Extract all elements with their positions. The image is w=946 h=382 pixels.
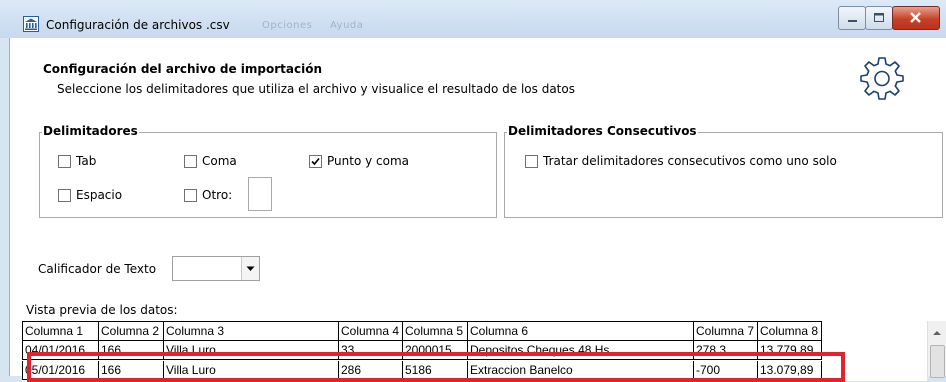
- table-cell[interactable]: 278,3: [694, 341, 758, 360]
- column-header[interactable]: Columna 4: [339, 321, 403, 341]
- coma-checkbox-label: Coma: [202, 154, 237, 168]
- page-subtitle: Seleccione los delimitadores que utiliza…: [57, 82, 575, 96]
- background-menu: Opciones Ayuda: [262, 20, 377, 31]
- checkbox-box[interactable]: [309, 154, 322, 168]
- consecutive-group-label: Delimitadores Consecutivos: [507, 124, 698, 138]
- title-bar: Configuración de archivos .csv Opciones …: [0, 0, 946, 38]
- punto-y-coma-checkbox[interactable]: Punto y coma: [309, 154, 409, 168]
- scroll-up-icon[interactable]: [933, 330, 941, 336]
- chevron-down-icon: [246, 266, 255, 271]
- background-menu-item: Opciones: [262, 20, 313, 31]
- app-icon: [23, 16, 39, 32]
- checkbox-box[interactable]: [58, 154, 71, 168]
- espacio-checkbox-label: Espacio: [76, 188, 123, 202]
- preview-label: Vista previa de los datos:: [26, 303, 178, 317]
- page-title: Configuración del archivo de importación: [43, 62, 322, 76]
- column-header[interactable]: Columna 7: [694, 321, 758, 341]
- dialog-body: Configuración del archivo de importación…: [9, 38, 946, 382]
- column-header[interactable]: Columna 6: [468, 321, 694, 341]
- checkbox-box[interactable]: [184, 188, 197, 202]
- table-cell[interactable]: 286: [339, 361, 403, 380]
- otro-delimiter-input[interactable]: [248, 177, 272, 211]
- table-cell[interactable]: 2000015: [403, 341, 468, 360]
- coma-checkbox[interactable]: Coma: [184, 154, 237, 168]
- column-header[interactable]: Columna 2: [99, 321, 164, 341]
- table-cell[interactable]: Villa Luro: [164, 341, 339, 360]
- maximize-icon: [874, 13, 884, 22]
- otro-checkbox-label: Otro:: [202, 188, 233, 202]
- consecutive-delimiters-group: Delimitadores Consecutivos: [504, 124, 943, 218]
- column-header[interactable]: Columna 5: [403, 321, 468, 341]
- vertical-scrollbar[interactable]: [927, 321, 946, 378]
- punto-y-coma-checkbox-label: Punto y coma: [327, 154, 409, 168]
- table-cell[interactable]: 05/01/2016: [22, 361, 99, 380]
- column-header[interactable]: Columna 3: [164, 321, 339, 341]
- consecutive-checkbox[interactable]: Tratar delimitadores consecutivos como u…: [525, 154, 837, 168]
- table-cell[interactable]: 166: [99, 341, 164, 360]
- window-title: Configuración de archivos .csv: [46, 18, 230, 32]
- close-icon: [910, 12, 921, 23]
- maximize-button[interactable]: [865, 6, 893, 30]
- table-cell[interactable]: 04/01/2016: [22, 341, 99, 360]
- table-cell[interactable]: 33: [339, 341, 403, 360]
- column-header[interactable]: Columna 8: [758, 321, 822, 341]
- delimiters-group-label: Delimitadores: [42, 124, 139, 138]
- checkbox-box[interactable]: [525, 154, 538, 168]
- otro-checkbox[interactable]: Otro:: [184, 188, 232, 202]
- dropdown-button[interactable]: [241, 257, 259, 280]
- table-cell[interactable]: Depositos Cheques 48 Hs: [468, 341, 694, 360]
- text-qualifier-select[interactable]: [172, 256, 260, 281]
- espacio-checkbox[interactable]: Espacio: [58, 188, 122, 202]
- minimize-button[interactable]: [838, 6, 866, 30]
- table-cell[interactable]: 13.079,89: [758, 361, 822, 380]
- table-cell[interactable]: Extraccion Banelco: [468, 361, 694, 380]
- preview-grid[interactable]: Columna 1 Columna 2 Columna 3 Columna 4 …: [22, 321, 927, 381]
- consecutive-checkbox-label: Tratar delimitadores consecutivos como u…: [543, 154, 837, 168]
- table-cell[interactable]: -700: [694, 361, 758, 380]
- checkbox-box[interactable]: [58, 188, 71, 202]
- table-cell[interactable]: 5186: [403, 361, 468, 380]
- gear-icon: [860, 57, 904, 100]
- text-qualifier-label: Calificador de Texto: [38, 262, 157, 276]
- close-button[interactable]: [892, 6, 940, 30]
- checkbox-box[interactable]: [184, 154, 197, 168]
- checkmark-icon: [311, 157, 320, 165]
- table-cell[interactable]: Villa Luro: [164, 361, 339, 380]
- tab-checkbox-label: Tab: [76, 154, 97, 168]
- column-header[interactable]: Columna 1: [22, 321, 99, 341]
- background-menu-item: Ayuda: [330, 20, 364, 31]
- tab-checkbox[interactable]: Tab: [58, 154, 96, 168]
- table-cell[interactable]: 166: [99, 361, 164, 380]
- minimize-icon: [848, 20, 857, 22]
- table-cell[interactable]: 13.779,89: [758, 341, 822, 360]
- scroll-thumb[interactable]: [930, 345, 945, 378]
